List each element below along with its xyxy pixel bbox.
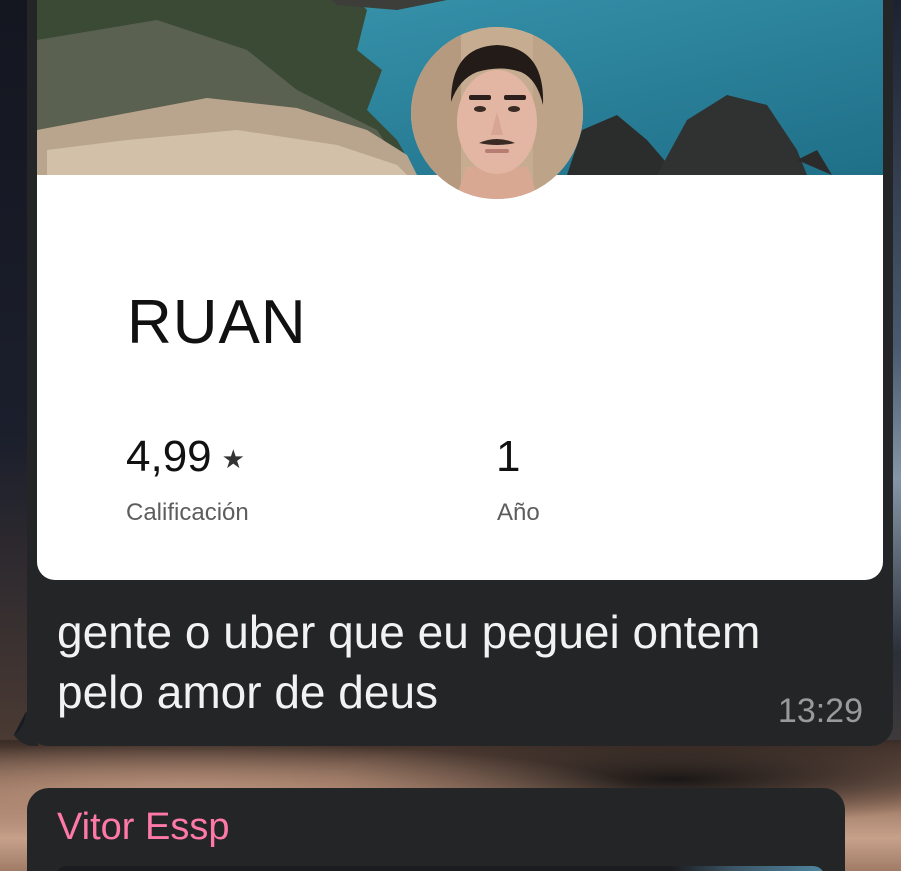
years-label: Año: [497, 499, 540, 526]
chat-screen: RUAN 4,99 ★ Calificación 1 Año gente o u…: [0, 0, 901, 871]
driver-avatar: [411, 27, 583, 199]
next-message-image[interactable]: [55, 866, 825, 871]
sender-name[interactable]: Vitor Essp: [57, 806, 229, 849]
driver-name: RUAN: [127, 288, 307, 357]
star-icon: ★: [221, 444, 245, 474]
years-value: 1: [496, 432, 521, 481]
rating-number: 4,99: [126, 432, 212, 481]
message-timestamp: 13:29: [777, 692, 863, 730]
message-text: gente o uber que eu peguei ontem pelo am…: [57, 606, 761, 718]
rating-value: 4,99 ★: [126, 435, 245, 479]
rating-label: Calificación: [126, 499, 249, 526]
next-message-bubble[interactable]: Vitor Essp: [27, 788, 845, 871]
shared-image[interactable]: RUAN 4,99 ★ Calificación 1 Año: [37, 0, 883, 580]
